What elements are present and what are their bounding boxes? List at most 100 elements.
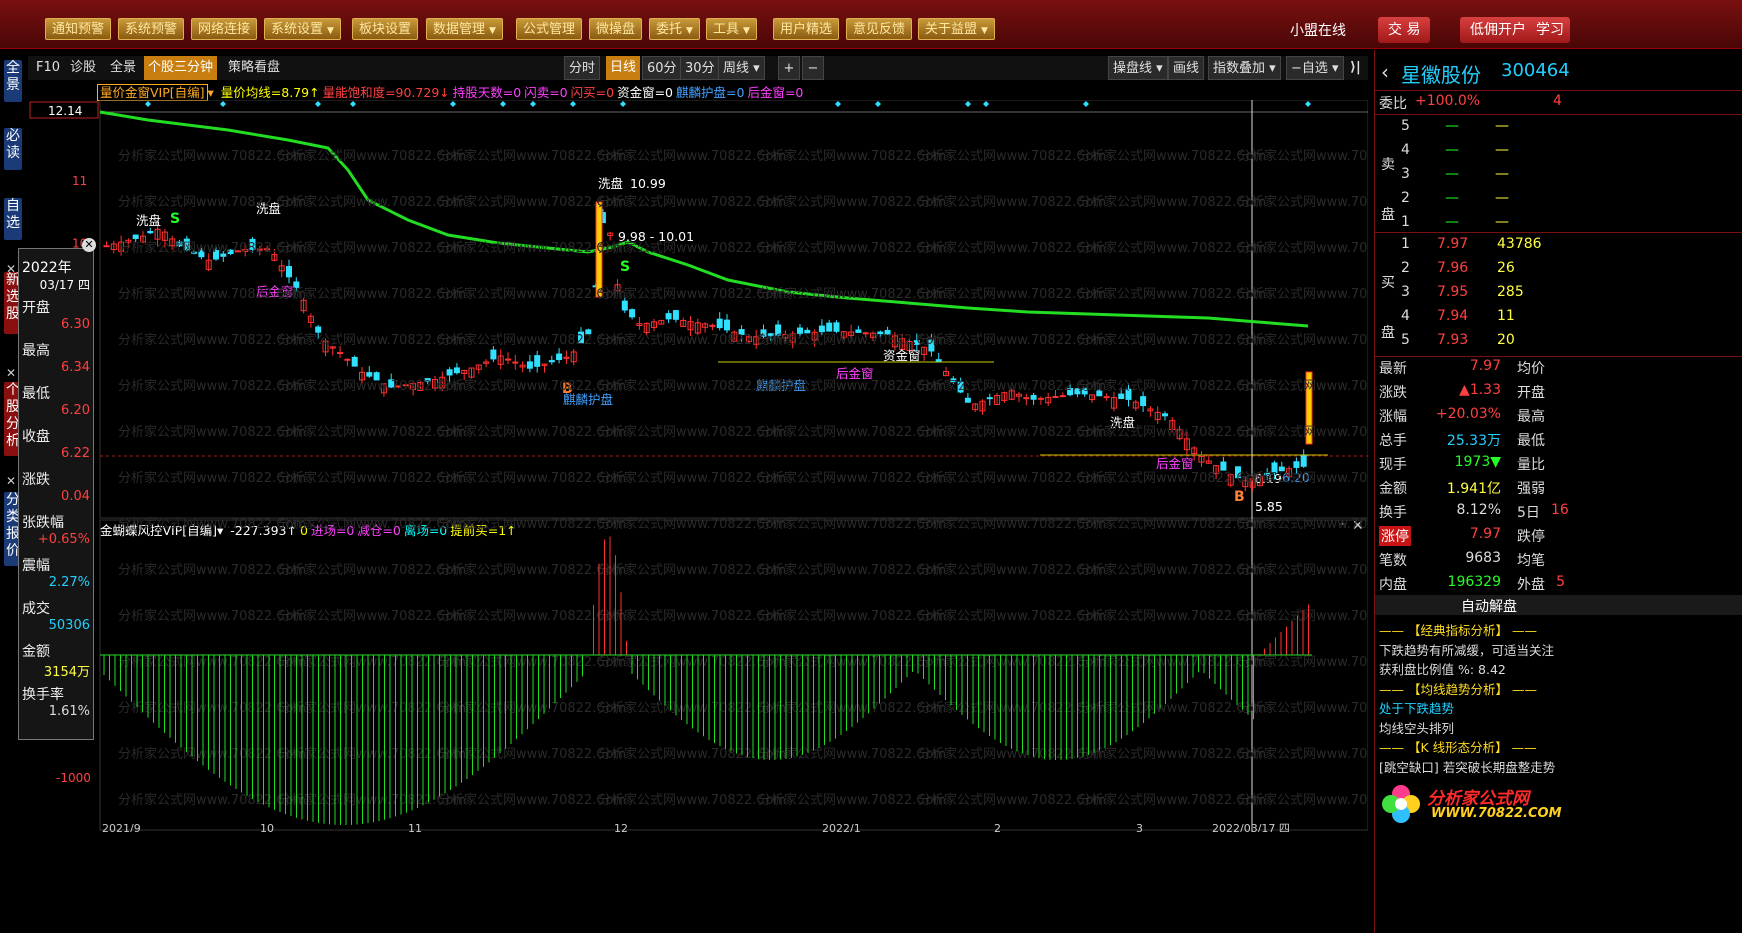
- stock-3min-button[interactable]: 个股三分钟: [144, 56, 218, 80]
- buy-volume: 20: [1497, 332, 1515, 348]
- chart-annotation: 洗盘: [598, 176, 623, 191]
- weibi-label: 委比: [1379, 96, 1407, 112]
- draw-line-button[interactable]: 画线: [1168, 56, 1205, 80]
- sub-axis-tick: -1000: [56, 771, 91, 785]
- period-daily[interactable]: 日线: [606, 56, 641, 80]
- watchlist-dropdown[interactable]: −自选 ▾: [1286, 56, 1344, 80]
- watermark-text: 分析家公式网www.70822.Com: [1238, 746, 1368, 762]
- kline-chart[interactable]: 12.141110洗盘洗盘洗盘洗盘 10.999.98 - 10.01后金窗后金窗…: [28, 100, 1368, 832]
- buy-price: 7.97: [1437, 236, 1469, 252]
- sell-volume: —: [1495, 118, 1509, 134]
- tab-panorama[interactable]: 全景: [4, 60, 22, 102]
- main-indicator-dropdown-icon[interactable]: ▾: [208, 85, 214, 100]
- learn-button[interactable]: 学习: [1530, 17, 1570, 43]
- back-icon[interactable]: ‹: [1381, 60, 1389, 84]
- candle-body: [1300, 455, 1307, 467]
- stat-label: 最高: [1517, 409, 1545, 425]
- buy-label: 买盘: [1381, 275, 1395, 341]
- bar-info-panel: 2022年 03/17 四 开盘 6.30 最高 6.34 最低 6.20 收盘 6.22 涨跌…: [18, 248, 94, 740]
- candle-body: [512, 361, 519, 364]
- side-close-icon[interactable]: ✕: [6, 474, 16, 488]
- weibi-extra: 4: [1553, 93, 1562, 109]
- open-account-button[interactable]: 低佣开户: [1460, 17, 1536, 43]
- index-overlay-dropdown[interactable]: 指数叠加 ▾: [1208, 56, 1281, 80]
- main-indicator-line: 量价金窗VIP[自编] ▾ 量价均线=8.79↑ 量能饱和度=90.729↓ 持股天数…: [97, 82, 803, 101]
- sell-level: 4: [1401, 142, 1410, 158]
- menu-label: 微操盘: [596, 22, 636, 37]
- menu-2-button[interactable]: 系统预警: [118, 18, 185, 40]
- menu-7-button[interactable]: 公式管理: [516, 18, 583, 40]
- menu-9-button[interactable]: 委托 ▼: [649, 18, 700, 40]
- trading-line-dropdown[interactable]: 操盘线 ▾: [1108, 56, 1168, 80]
- watermark-text: 分析家公式网www.70822.Com: [1238, 332, 1368, 348]
- buy-price: 7.94: [1437, 308, 1469, 324]
- menu-12-button[interactable]: 意见反馈: [846, 18, 913, 40]
- tab-must-read[interactable]: 必读: [4, 128, 22, 170]
- candle-body: [132, 234, 139, 240]
- menu-10-button[interactable]: 工具 ▼: [706, 18, 757, 40]
- panorama-button[interactable]: 全景: [106, 56, 140, 80]
- period-intraday[interactable]: 分时: [564, 56, 601, 80]
- stat-label: 笔数: [1379, 553, 1407, 569]
- zoom-in-button[interactable]: +: [778, 56, 800, 80]
- period-weekly[interactable]: 周线 ▾: [718, 56, 765, 80]
- info-value: 6.20: [61, 403, 90, 418]
- info-value: 50306: [48, 618, 90, 633]
- side-close-icon[interactable]: ✕: [6, 366, 16, 380]
- menu-4-button[interactable]: 系统设置 ▼: [264, 18, 341, 40]
- info-year: 2022年: [22, 260, 72, 276]
- stat-label: 最新: [1379, 361, 1407, 377]
- menu-6-button[interactable]: 数据管理 ▼: [426, 18, 503, 40]
- watermark-text: 分析家公式网www.70822.Com: [1238, 516, 1368, 532]
- menu-8-button[interactable]: 微操盘: [589, 18, 643, 40]
- menu-13-button[interactable]: 关于益盟 ▼: [918, 18, 995, 40]
- buy-level: 5: [1401, 332, 1410, 348]
- main-indicator-name[interactable]: 量价金窗VIP[自编]: [97, 84, 208, 101]
- info-date: 03/17 四: [39, 278, 90, 292]
- signal-diamond-icon: [350, 101, 356, 107]
- menu-label: 通知预警: [52, 22, 105, 37]
- buy-volume: 26: [1497, 260, 1515, 276]
- candle-body: [337, 352, 344, 355]
- trade-button[interactable]: 交 易: [1378, 17, 1431, 43]
- tab-watchlist[interactable]: 自选: [4, 198, 22, 240]
- stat-value: ▲1.33: [1459, 382, 1501, 398]
- analysis-line: —— 【均线趋势分析】 ——: [1379, 681, 1537, 697]
- candle-body: [1162, 413, 1168, 417]
- candle-body: [1059, 395, 1066, 398]
- chart-annotation: S: [620, 259, 630, 275]
- side-close-icon[interactable]: ✕: [6, 262, 16, 276]
- menu-11-button[interactable]: 用户精选: [773, 18, 840, 40]
- info-label: 最低: [22, 386, 50, 402]
- menu-3-button[interactable]: 网络连接: [191, 18, 258, 40]
- date-tick-label: 12: [614, 822, 628, 832]
- stat-value: 9683: [1465, 550, 1501, 566]
- zoom-out-button[interactable]: −: [802, 56, 824, 80]
- date-tick-label: 11: [408, 822, 422, 832]
- f10-button[interactable]: F10: [32, 56, 64, 80]
- watermark-text: 分析家公式网www.70822.Com: [1238, 194, 1368, 210]
- info-panel-close-icon[interactable]: ✕: [82, 238, 96, 252]
- period-weekly-label: 周线: [723, 61, 750, 76]
- buy-volume: 11: [1497, 308, 1515, 324]
- info-label: 最高: [22, 343, 50, 359]
- analysis-line: 获利盘比例值 %: 8.42: [1379, 662, 1506, 677]
- period-30min[interactable]: 30分: [680, 56, 720, 80]
- collapse-panel-icon[interactable]: ⟩|: [1346, 56, 1365, 80]
- candle-body: [548, 360, 555, 363]
- site-logo: 分析家公式网 WWW.70822.COM: [1379, 780, 1569, 830]
- info-label: 成交: [22, 601, 50, 617]
- menu-5-button[interactable]: 板块设置: [352, 18, 419, 40]
- diagnose-button[interactable]: 诊股: [66, 56, 100, 80]
- main-indicator-value: 资金窗=0: [617, 85, 674, 100]
- signal-diamond-icon: [315, 101, 321, 107]
- divider: [1375, 90, 1742, 91]
- menu-1-button[interactable]: 通知预警: [45, 18, 112, 40]
- strategy-button[interactable]: 策略看盘: [224, 56, 284, 80]
- watermark-text: 分析家公式网www.70822.Com: [1238, 424, 1368, 440]
- main-indicator-value: 持股天数=0: [452, 85, 522, 100]
- menu-label: 系统预警: [125, 22, 178, 37]
- signal-diamond-icon: [965, 101, 971, 107]
- main-indicator-value: 闪买=0: [570, 85, 615, 100]
- period-60min[interactable]: 60分: [642, 56, 682, 80]
